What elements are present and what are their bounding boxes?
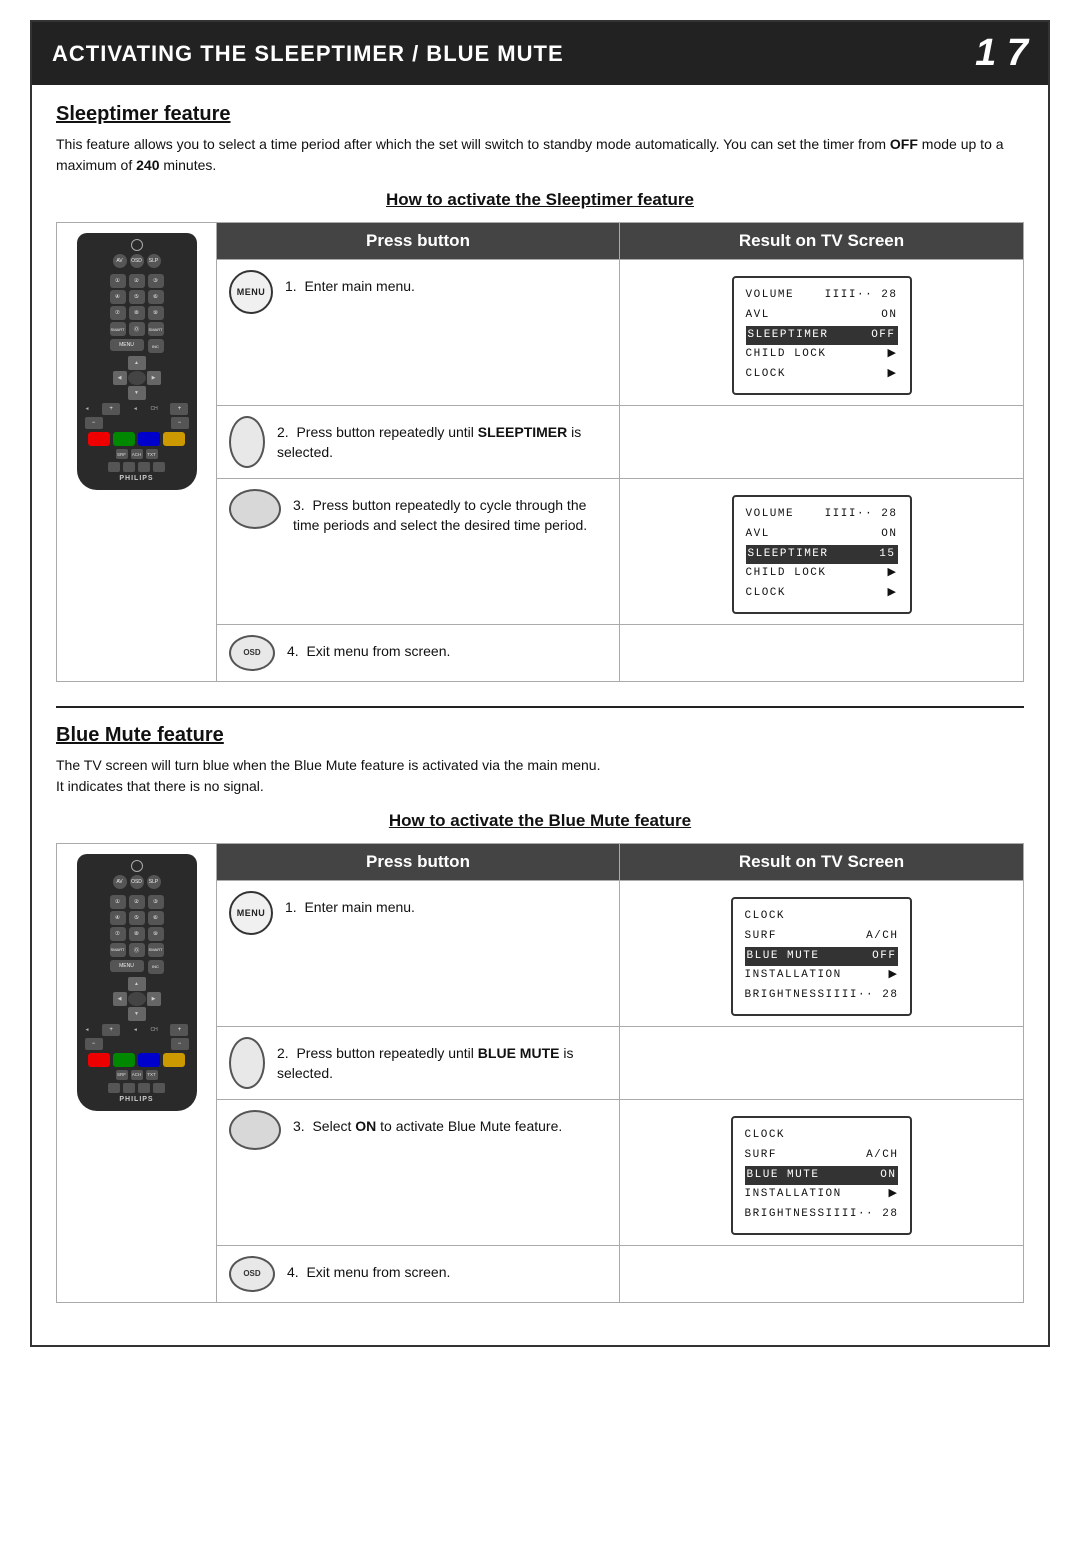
step4-result	[620, 625, 1023, 681]
page-container: Activating the Sleeptimer / Blue Mute 1 …	[30, 20, 1050, 1347]
step3-text: 3. Press button repeatedly to cycle thro…	[293, 489, 607, 536]
tv-screen-2: VOLUMEIIII·· 28 AVLON SLEEPTIMER15 CHILD…	[732, 495, 912, 614]
sleeptimer-remote-cell: AV OSD SLP ① ② ③ ④ ⑤ ⑥	[57, 223, 217, 681]
step2-result	[620, 406, 1023, 479]
menu-button-icon: MENU	[229, 270, 273, 314]
bm-step2-result	[620, 1027, 1023, 1100]
bm-step4-text: 4. Exit menu from screen.	[287, 1256, 450, 1282]
result-header: Result on TV Screen	[620, 223, 1023, 260]
oval-wide-button-icon	[229, 489, 281, 529]
tv-screen-1: VOLUMEIIII·· 28 AVLON SLEEPTIMEROFF CHIL…	[732, 276, 912, 395]
bm-step2-press: 2. Press button repeatedly until BLUE MU…	[217, 1027, 620, 1100]
bm-step1-text: 1. Enter main menu.	[285, 891, 415, 917]
blue-mute-remote: AV OSD SLP ① ② ③ ④ ⑤ ⑥	[77, 854, 197, 1111]
sleeptimer-section-title: Sleeptimer feature	[56, 103, 1024, 126]
dpad: ▲ ◀ ▶ ▼	[113, 356, 161, 400]
page-header: Activating the Sleeptimer / Blue Mute 1 …	[32, 22, 1048, 85]
power-icon-2	[131, 860, 143, 872]
blue-mute-description: The TV screen will turn blue when the Bl…	[56, 755, 1024, 797]
power-icon	[131, 239, 143, 251]
bm-step4-result	[620, 1246, 1023, 1302]
blue-mute-subsection-title: How to activate the Blue Mute feature	[56, 811, 1024, 831]
bm-step1-press: MENU 1. Enter main menu.	[217, 881, 620, 1027]
oval-button-icon	[229, 416, 265, 468]
sleeptimer-howto-grid: AV OSD SLP ① ② ③ ④ ⑤ ⑥	[56, 222, 1024, 682]
blue-mute-howto-grid: AV OSD SLP ① ② ③ ④ ⑤ ⑥	[56, 843, 1024, 1303]
step2-text: 2. Press button repeatedly until SLEEPTI…	[277, 416, 607, 463]
bm-result-header: Result on TV Screen	[620, 844, 1023, 881]
sleeptimer-description: This feature allows you to select a time…	[56, 134, 1024, 176]
remote-brand-2: PHILIPS	[81, 1096, 193, 1103]
remote-brand: PHILIPS	[81, 475, 193, 482]
bm-tv-screen-1: CLOCK SURFA/CH BLUE MUTEOFF INSTALLATION…	[731, 897, 913, 1016]
step4-text: 4. Exit menu from screen.	[287, 635, 450, 661]
sleeptimer-subsection-title: How to activate the Sleeptimer feature	[56, 190, 1024, 210]
step4-press: OSD 4. Exit menu from screen.	[217, 625, 620, 681]
bm-step3-result: CLOCK SURFA/CH BLUE MUTEON INSTALLATION▶…	[620, 1100, 1023, 1246]
page-title: Activating the Sleeptimer / Blue Mute	[52, 41, 564, 67]
bm-step2-text: 2. Press button repeatedly until BLUE MU…	[277, 1037, 607, 1084]
step2-press: 2. Press button repeatedly until SLEEPTI…	[217, 406, 620, 479]
step1-press: MENU 1. Enter main menu.	[217, 260, 620, 406]
bm-tv-screen-2: CLOCK SURFA/CH BLUE MUTEON INSTALLATION▶…	[731, 1116, 913, 1235]
osd-button-icon: OSD	[229, 635, 275, 671]
bm-step1-result: CLOCK SURFA/CH BLUE MUTEOFF INSTALLATION…	[620, 881, 1023, 1027]
dpad-2: ▲ ◀ ▶ ▼	[113, 977, 161, 1021]
step1-result: VOLUMEIIII·· 28 AVLON SLEEPTIMEROFF CHIL…	[620, 260, 1023, 406]
step3-press: 3. Press button repeatedly to cycle thro…	[217, 479, 620, 625]
page-number: 1 7	[975, 32, 1028, 75]
bm-menu-button-icon: MENU	[229, 891, 273, 935]
press-button-header: Press button	[217, 223, 620, 260]
sleeptimer-remote: AV OSD SLP ① ② ③ ④ ⑤ ⑥	[77, 233, 197, 490]
bm-press-button-header: Press button	[217, 844, 620, 881]
bm-step3-press: 3. Select ON to activate Blue Mute featu…	[217, 1100, 620, 1246]
step1-text: 1. Enter main menu.	[285, 270, 415, 296]
bm-step4-press: OSD 4. Exit menu from screen.	[217, 1246, 620, 1302]
section-divider	[56, 706, 1024, 708]
blue-mute-section-title: Blue Mute feature	[56, 724, 1024, 747]
blue-mute-remote-cell: AV OSD SLP ① ② ③ ④ ⑤ ⑥	[57, 844, 217, 1302]
bm-oval-wide-button-icon	[229, 1110, 281, 1150]
step3-result: VOLUMEIIII·· 28 AVLON SLEEPTIMER15 CHILD…	[620, 479, 1023, 625]
page-content: Sleeptimer feature This feature allows y…	[32, 85, 1048, 1345]
bm-osd-button-icon: OSD	[229, 1256, 275, 1292]
bm-step3-text: 3. Select ON to activate Blue Mute featu…	[293, 1110, 562, 1136]
bm-oval-button-icon	[229, 1037, 265, 1089]
